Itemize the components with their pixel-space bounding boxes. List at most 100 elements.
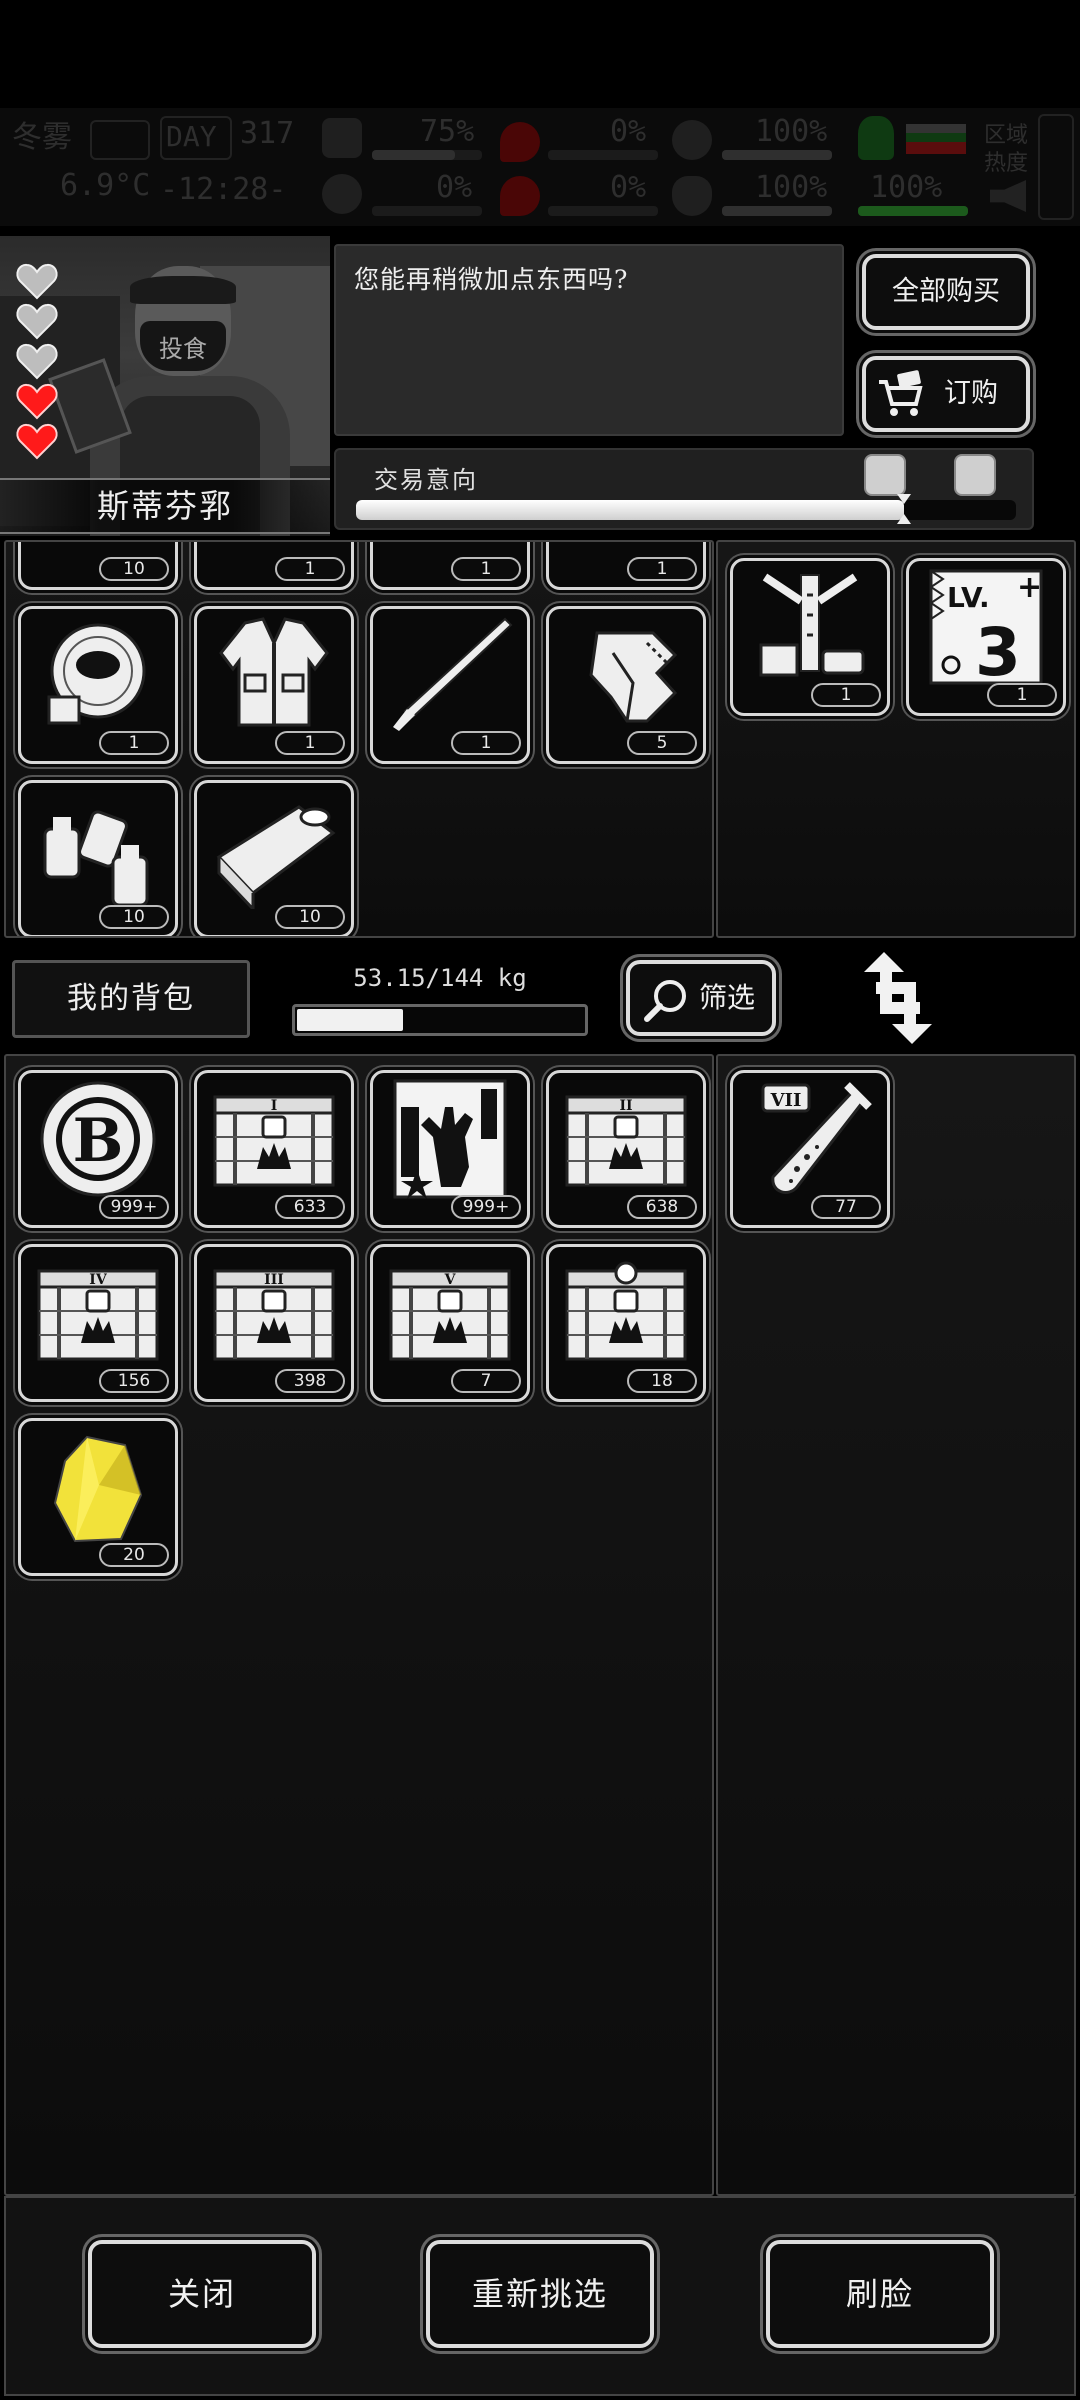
svg-text:+: + [1017, 570, 1042, 605]
armor-icon [672, 120, 712, 160]
trader-stock-grid[interactable]: 10 1 1 1 1 1 1 5 10 10 [4, 540, 714, 938]
svg-text:3: 3 [975, 614, 1021, 687]
item-count: 10 [99, 557, 169, 581]
clock-readout: -12:28- [160, 172, 287, 207]
trader-item-slot[interactable]: 1 [18, 606, 178, 764]
bandage-roll-icon [589, 631, 678, 723]
region-flag-icon [906, 124, 966, 154]
blood-value: 0% [610, 170, 647, 205]
item-count: 7 [451, 1369, 521, 1393]
mood-heart-icon [672, 176, 712, 216]
trade-intent-label: 交易意向 [374, 466, 478, 494]
item-count: 1 [451, 557, 521, 581]
trader-special-stock[interactable]: 1 LV. +3 1 [716, 540, 1076, 938]
backpack-special-item-slot[interactable]: VII 77 [730, 1070, 890, 1228]
trade-intent-bar [356, 500, 1016, 520]
trader-item-slot[interactable]: 10 [18, 780, 178, 936]
svg-text:B: B [73, 1106, 124, 1176]
trader-item-slot[interactable]: 1 [194, 606, 354, 764]
blade-icon [393, 617, 513, 731]
trader-name: 斯蒂芬郛 [0, 478, 330, 534]
svg-text:LV.: LV. [947, 581, 990, 614]
region-flask-icon [858, 116, 894, 160]
stomach-icon [322, 174, 362, 214]
backpack-item-slot[interactable]: 20 [18, 1418, 178, 1576]
item-count: 5 [627, 731, 697, 755]
heart-empty-icon [16, 302, 58, 340]
crate-tier-5-icon: V [389, 1269, 511, 1361]
backpack-item-slot[interactable]: 999+ [370, 1070, 530, 1228]
crate-tier-4-icon: IV [37, 1269, 159, 1361]
swap-arrows-icon[interactable] [858, 952, 938, 1044]
close-button[interactable]: 关闭 [88, 2240, 316, 2348]
trade-intent-marker-icon [896, 494, 911, 524]
backpack-weight-text: 53.15/144 kg [353, 964, 527, 992]
trader-dialog-box: 您能再稍微加点东西吗? [334, 244, 844, 436]
region-bar [858, 206, 968, 216]
trader-item-slot[interactable]: 1 [194, 542, 354, 590]
backpack-item-slot[interactable]: II 638 [546, 1070, 706, 1228]
trader-item-slot[interactable]: 1 [370, 542, 530, 590]
trader-item-slot[interactable]: 10 [194, 780, 354, 936]
status-hud: 冬雾 DAY 317 6.9°C -12:28- 75% 0% 100% 0% … [0, 108, 1080, 226]
trader-affinity-hearts [16, 262, 60, 462]
temperature-readout: 6.9°C [60, 168, 151, 203]
trader-mask: 投食 [140, 321, 226, 371]
item-count: 999+ [451, 1195, 521, 1219]
health-bar [372, 150, 482, 160]
trade-intent-panel: 交易意向 [334, 448, 1034, 530]
item-count: 999+ [99, 1195, 169, 1219]
crate-tier-2-icon: II [565, 1095, 687, 1187]
happy-face-icon [954, 454, 996, 496]
region-heat-meter [1038, 114, 1074, 220]
item-count: 398 [275, 1369, 345, 1393]
backpack-item-slot[interactable]: III 398 [194, 1244, 354, 1402]
filter-button[interactable]: 筛选 [626, 960, 776, 1036]
item-count: 1 [451, 731, 521, 755]
trader-dialog-text: 您能再稍微加点东西吗? [354, 265, 629, 294]
svg-text:IV: IV [89, 1272, 108, 1288]
heart-empty-icon [16, 342, 58, 380]
speaker-icon[interactable] [990, 180, 1026, 212]
jacket-icon [219, 617, 329, 727]
trader-special-item-slot[interactable]: 1 [730, 558, 890, 716]
crate-tier-3-icon: III [213, 1269, 335, 1361]
backpack-item-slot[interactable]: V 7 [370, 1244, 530, 1402]
item-count: 20 [99, 1543, 169, 1567]
item-count: 156 [99, 1369, 169, 1393]
mood-value: 100% [755, 170, 828, 205]
canned-food-icon [216, 805, 336, 909]
item-count: 77 [811, 1195, 881, 1219]
reselect-button[interactable]: 重新挑选 [426, 2240, 654, 2348]
backpack-item-slot[interactable]: IV 156 [18, 1244, 178, 1402]
trader-special-item-slot[interactable]: LV. +3 1 [906, 558, 1066, 716]
tape-roll-icon [47, 623, 146, 725]
blood-drop-icon [500, 122, 540, 162]
trader-item-slot[interactable]: 10 [18, 542, 178, 590]
backpack-grid[interactable]: B 999+ I 633 999+ II 638 IV 156 III 398 … [4, 1054, 714, 2196]
backpack-item-slot[interactable]: 18 [546, 1244, 706, 1402]
item-count: 1 [987, 683, 1057, 707]
backpack-special-grid[interactable]: VII 77 [716, 1054, 1076, 2196]
svg-text:VII: VII [770, 1090, 802, 1111]
trader-item-slot[interactable]: 1 [370, 606, 530, 764]
order-button[interactable]: 订购 [862, 356, 1030, 432]
trader-item-slot[interactable]: 1 [546, 542, 706, 590]
backpack-item-slot[interactable]: B 999+ [18, 1070, 178, 1228]
region-value: 100% [870, 170, 943, 205]
buy-all-button[interactable]: 全部购买 [862, 254, 1030, 330]
backpack-item-slot[interactable]: I 633 [194, 1070, 354, 1228]
gold-crystal-icon [53, 1435, 143, 1543]
trader-item-slot[interactable]: 5 [546, 606, 706, 764]
item-count: 633 [275, 1195, 345, 1219]
b-coin-icon: B [40, 1081, 156, 1197]
item-count: 1 [99, 731, 169, 755]
svg-text:III: III [264, 1272, 284, 1288]
item-count: 10 [99, 905, 169, 929]
refresh-face-button[interactable]: 刷脸 [766, 2240, 994, 2348]
armor-bar [722, 150, 832, 160]
day-badge: DAY [160, 116, 232, 160]
medkit-icon [322, 118, 362, 158]
svg-text:II: II [619, 1098, 632, 1114]
my-backpack-tab[interactable]: 我的背包 [12, 960, 250, 1038]
